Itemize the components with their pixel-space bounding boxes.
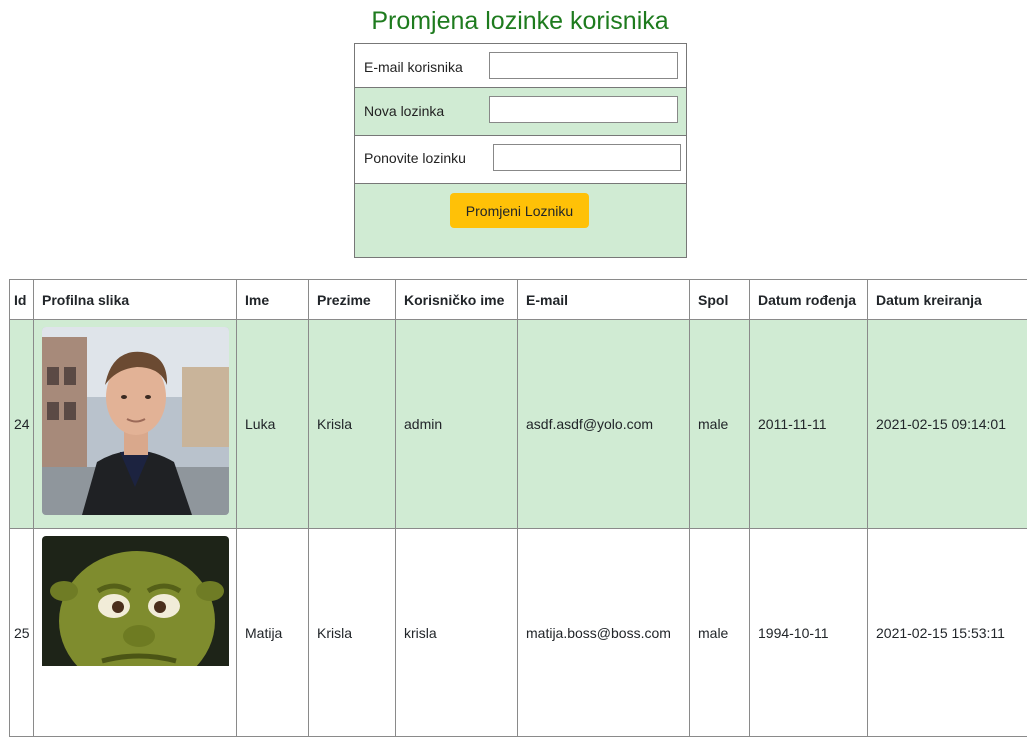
cell-username: krisla [396,529,518,737]
cell-birth-date: 2011-11-11 [750,320,868,529]
change-password-form: E-mail korisnika Nova lozinka Ponovite l… [354,43,687,258]
submit-row: Promjeni Lozniku [355,184,686,257]
cell-birth-date: 1994-10-11 [750,529,868,737]
cell-profile-image [34,529,237,737]
cell-last-name: Krisla [309,529,396,737]
email-label: E-mail korisnika [364,59,463,75]
table-header-row: Id Profilna slika Ime Prezime Korisničko… [10,280,1027,320]
header-id: Id [10,280,34,320]
email-row: E-mail korisnika [355,44,686,88]
cell-id: 24 [10,320,34,529]
header-first-name: Ime [237,280,309,320]
header-email: E-mail [518,280,690,320]
cell-gender: male [690,529,750,737]
cell-profile-image [34,320,237,529]
repeat-password-row: Ponovite lozinku [355,136,686,184]
cell-last-name: Krisla [309,320,396,529]
cell-gender: male [690,320,750,529]
repeat-password-label: Ponovite lozinku [364,150,466,166]
cell-email: matija.boss@boss.com [518,529,690,737]
header-birth-date: Datum rođenja [750,280,868,320]
cell-first-name: Luka [237,320,309,529]
header-profile-image: Profilna slika [34,280,237,320]
cell-email: asdf.asdf@yolo.com [518,320,690,529]
email-field[interactable] [489,52,678,79]
users-table: Id Profilna slika Ime Prezime Korisničko… [9,279,1027,737]
header-created-date: Datum kreiranja [868,280,1027,320]
header-username: Korisničko ime [396,280,518,320]
cell-id: 25 [10,529,34,737]
page-title: Promjena lozinke korisnika [0,6,1027,36]
cell-username: admin [396,320,518,529]
cell-created-date: 2021-02-15 15:53:11 [868,529,1027,737]
cell-created-date: 2021-02-15 09:14:01 [868,320,1027,529]
new-password-row: Nova lozinka [355,88,686,136]
header-last-name: Prezime [309,280,396,320]
new-password-field[interactable] [489,96,678,123]
table-row: 24 [10,320,1027,529]
header-gender: Spol [690,280,750,320]
new-password-label: Nova lozinka [364,103,444,119]
change-password-button[interactable]: Promjeni Lozniku [450,193,589,228]
repeat-password-field[interactable] [493,144,681,171]
profile-photo [42,536,229,666]
profile-photo [42,327,229,515]
table-row: 25 Matija Krisla k [10,529,1027,737]
cell-first-name: Matija [237,529,309,737]
